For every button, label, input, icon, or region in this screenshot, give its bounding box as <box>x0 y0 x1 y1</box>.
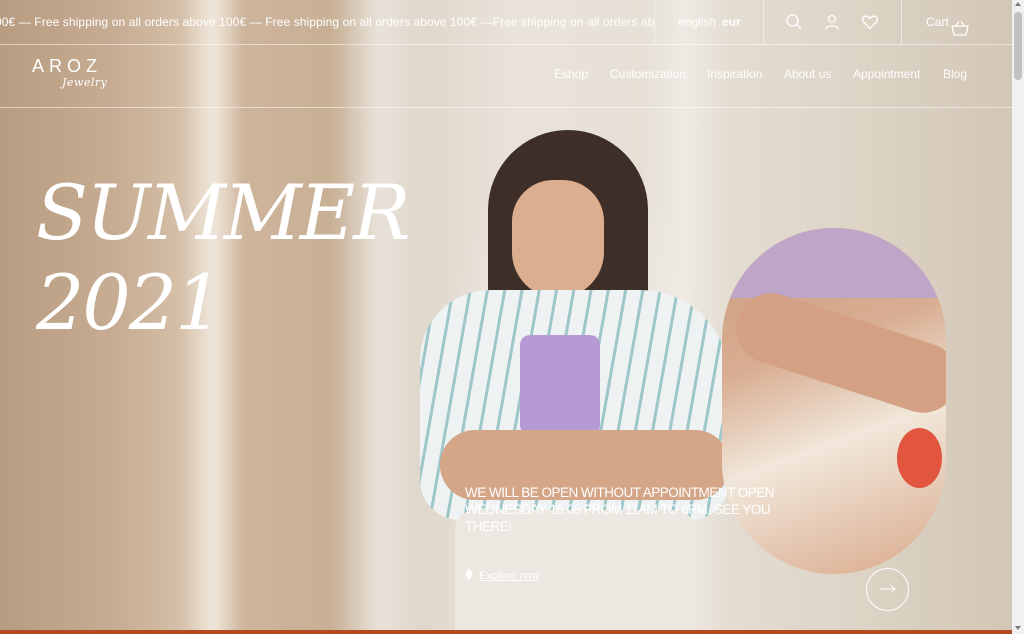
header-icons <box>763 0 902 44</box>
page-scrollbar[interactable] <box>1012 0 1024 634</box>
model-top <box>520 335 600 435</box>
cart-label: Cart <box>926 15 949 29</box>
shipping-marquee-text: 00€ — Free shipping on all orders above … <box>0 15 654 29</box>
scroll-down-arrow[interactable] <box>1015 626 1021 630</box>
main-navbar: AROZ Jewelry Eshop Customization Inspira… <box>0 44 1012 108</box>
bottom-accent-strip <box>0 630 1012 634</box>
locale-switcher: english eur <box>654 0 764 44</box>
model-face <box>512 180 604 298</box>
scrollbar-thumb[interactable] <box>1014 12 1022 80</box>
shipping-marquee: 00€ — Free shipping on all orders above … <box>0 0 654 44</box>
explore-now-label: Explore now <box>479 569 540 582</box>
nav-customization[interactable]: Customization <box>610 44 686 107</box>
nav-eshop[interactable]: Eshop <box>554 44 588 107</box>
language-selector[interactable]: english <box>678 0 716 44</box>
nav-about-us[interactable]: About us <box>784 44 831 107</box>
nav-blog[interactable]: Blog <box>943 44 967 107</box>
hero-headline-line1: SUMMER <box>36 168 410 257</box>
nav-appointment[interactable]: Appointment <box>853 44 920 107</box>
inset-arm <box>726 284 946 422</box>
nav-inspiration[interactable]: Inspiration <box>707 44 762 107</box>
inset-watermelon <box>897 428 942 488</box>
next-slide-button[interactable] <box>866 568 909 611</box>
logo-wordmark: AROZ <box>32 56 103 76</box>
heart-icon[interactable] <box>861 13 879 31</box>
currency-selector[interactable]: eur <box>722 0 741 44</box>
cart-button[interactable]: Cart <box>902 0 1012 44</box>
arrow-right-icon <box>879 581 897 599</box>
scroll-up-arrow[interactable] <box>1015 2 1021 6</box>
hero-announcement: WE WILL BE OPEN WITHOUT APPOINTMENT OPEN… <box>465 485 775 534</box>
user-icon[interactable] <box>823 13 841 31</box>
explore-now-link[interactable]: Explore now <box>465 568 540 583</box>
hero-headline-line2: 2021 <box>36 258 223 347</box>
logo-tagline: Jewelry <box>62 76 108 89</box>
top-bar: 00€ — Free shipping on all orders above … <box>0 0 1012 45</box>
search-icon[interactable] <box>785 13 803 31</box>
hero-headline: SUMMER 2021 <box>36 168 410 348</box>
site-logo[interactable]: AROZ Jewelry <box>32 56 107 89</box>
inset-top <box>722 228 946 298</box>
diamond-icon <box>465 568 473 583</box>
